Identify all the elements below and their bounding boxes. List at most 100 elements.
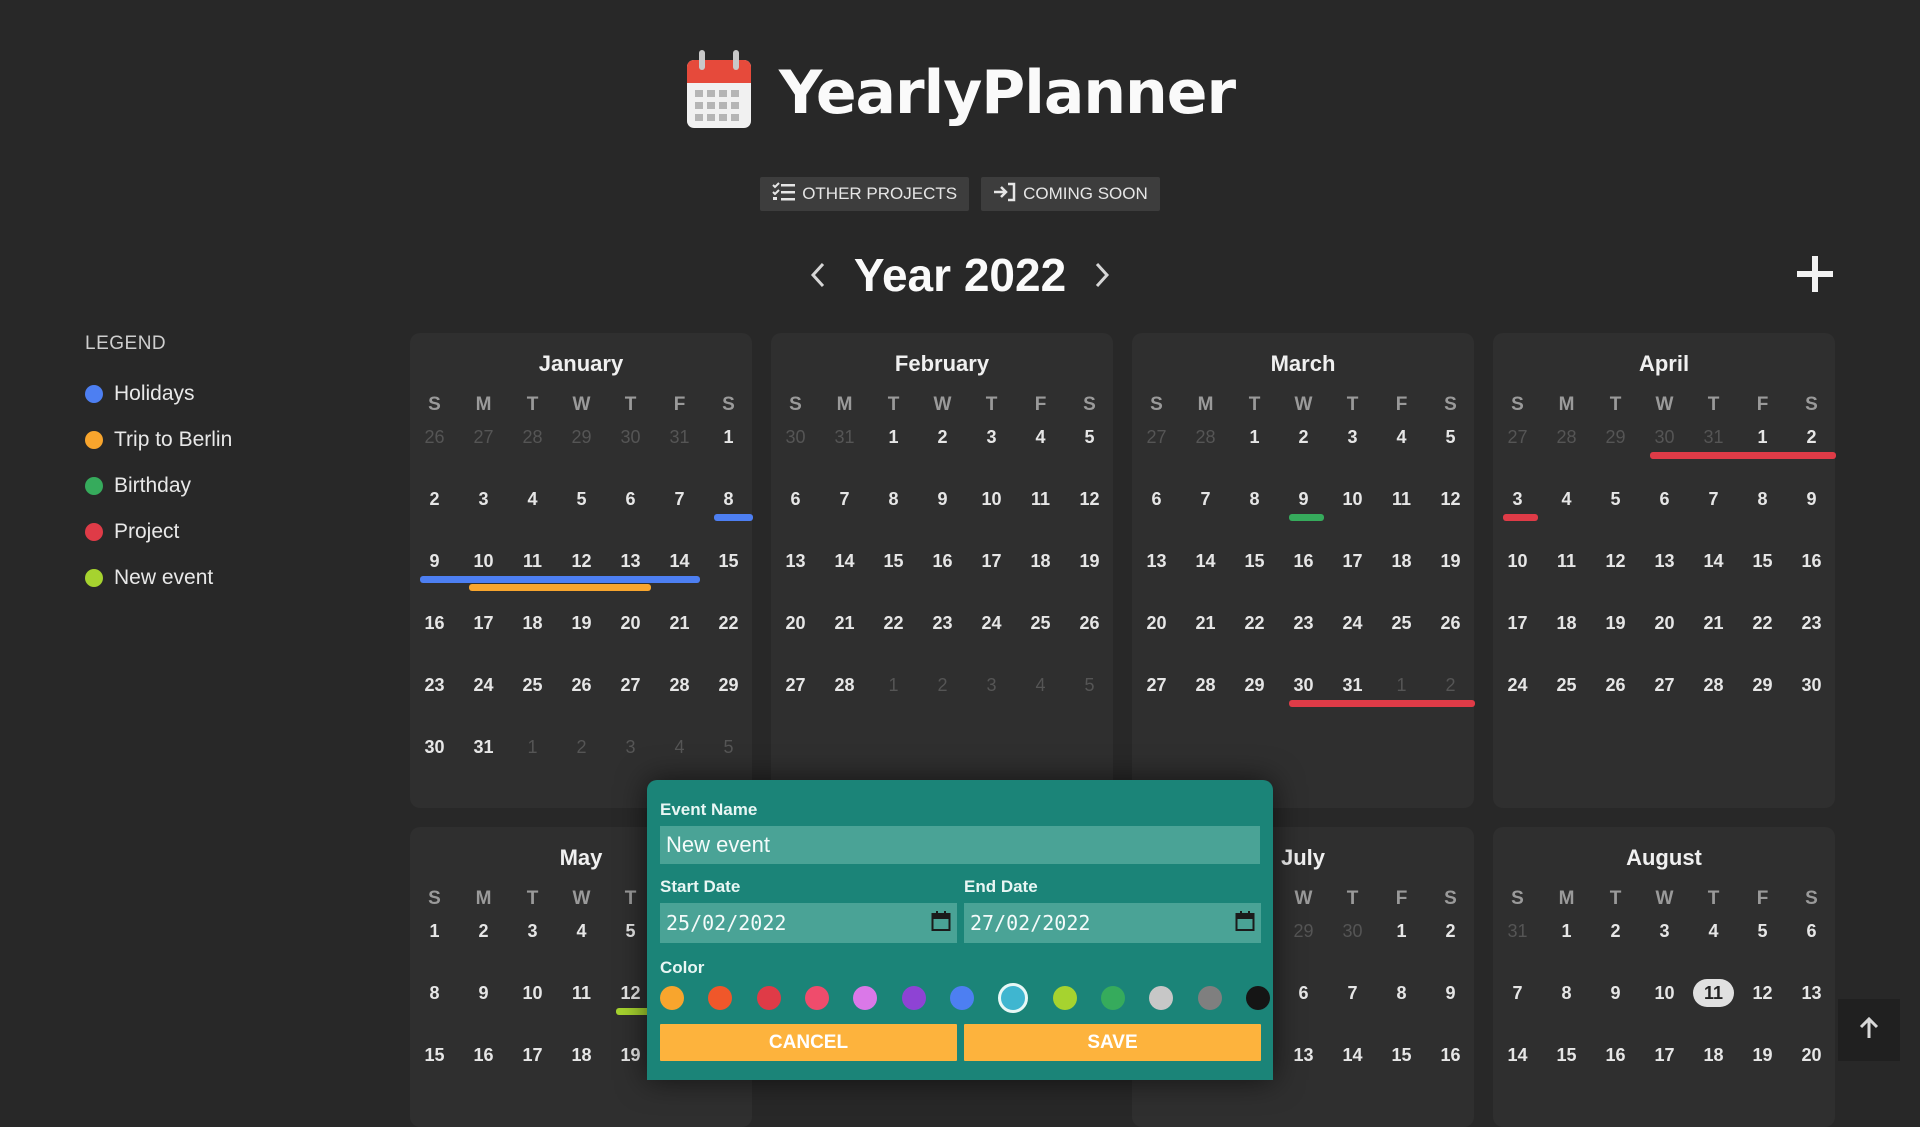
day-cell[interactable]: 29 (1738, 674, 1787, 696)
day-cell[interactable]: 16 (1279, 550, 1328, 572)
day-cell[interactable]: 11 (1016, 488, 1065, 510)
day-cell[interactable]: 22 (704, 612, 753, 634)
day-cell[interactable]: 7 (655, 488, 704, 510)
day-cell[interactable]: 2 (1426, 920, 1475, 942)
day-cell[interactable]: 19 (1065, 550, 1114, 572)
legend-item-trip-to-berlin[interactable]: Trip to Berlin (85, 417, 232, 463)
day-cell[interactable]: 15 (410, 1044, 459, 1066)
day-cell[interactable]: 5 (557, 488, 606, 510)
day-cell[interactable]: 3 (606, 736, 655, 758)
color-swatch[interactable] (1245, 986, 1270, 1010)
event-bar-project[interactable] (1289, 700, 1475, 707)
day-cell[interactable]: 30 (606, 426, 655, 448)
coming-soon-button[interactable]: COMING SOON (981, 177, 1160, 211)
day-cell[interactable]: 2 (459, 920, 508, 942)
day-cell[interactable]: 29 (1279, 920, 1328, 942)
day-cell[interactable]: 15 (1542, 1044, 1591, 1066)
day-cell[interactable]: 17 (1493, 612, 1542, 634)
day-cell[interactable]: 18 (1542, 612, 1591, 634)
day-cell[interactable]: 6 (1132, 488, 1181, 510)
day-cell[interactable]: 27 (459, 426, 508, 448)
day-cell[interactable]: 6 (1787, 920, 1836, 942)
day-cell[interactable]: 31 (820, 426, 869, 448)
day-cell[interactable]: 17 (1328, 550, 1377, 572)
day-cell[interactable]: 14 (1493, 1044, 1542, 1066)
event-bar-project[interactable] (1650, 452, 1836, 459)
day-cell[interactable]: 3 (967, 426, 1016, 448)
color-swatch[interactable] (949, 986, 974, 1010)
day-cell[interactable]: 14 (1689, 550, 1738, 572)
color-swatch[interactable] (901, 986, 926, 1010)
day-cell[interactable]: 23 (410, 674, 459, 696)
day-cell[interactable]: 3 (1493, 488, 1542, 510)
day-cell[interactable]: 27 (606, 674, 655, 696)
day-cell[interactable]: 19 (1738, 1044, 1787, 1066)
legend-item-project[interactable]: Project (85, 509, 232, 555)
day-cell[interactable]: 2 (1787, 426, 1836, 448)
day-cell[interactable]: 9 (1426, 982, 1475, 1004)
day-cell[interactable]: 19 (1426, 550, 1475, 572)
day-cell[interactable]: 22 (869, 612, 918, 634)
day-cell[interactable]: 19 (1591, 612, 1640, 634)
day-cell[interactable]: 6 (1279, 982, 1328, 1004)
day-cell[interactable]: 21 (820, 612, 869, 634)
day-cell[interactable]: 4 (508, 488, 557, 510)
day-cell[interactable]: 9 (1787, 488, 1836, 510)
day-cell[interactable]: 4 (1016, 674, 1065, 696)
day-cell[interactable]: 24 (459, 674, 508, 696)
day-cell[interactable]: 10 (1493, 550, 1542, 572)
day-cell[interactable]: 20 (1640, 612, 1689, 634)
day-cell[interactable]: 31 (1689, 426, 1738, 448)
calendar-picker-icon[interactable] (1235, 910, 1255, 937)
day-cell[interactable]: 5 (1065, 674, 1114, 696)
day-cell[interactable]: 4 (557, 920, 606, 942)
day-cell[interactable]: 7 (1328, 982, 1377, 1004)
day-cell[interactable]: 3 (508, 920, 557, 942)
day-cell[interactable]: 15 (1377, 1044, 1426, 1066)
day-cell[interactable]: 26 (1426, 612, 1475, 634)
calendar-picker-icon[interactable] (931, 910, 951, 937)
day-cell[interactable]: 7 (820, 488, 869, 510)
day-cell[interactable]: 11 (1377, 488, 1426, 510)
day-cell[interactable]: 3 (1640, 920, 1689, 942)
event-bar-birthday[interactable] (1289, 514, 1324, 521)
day-cell[interactable]: 24 (1493, 674, 1542, 696)
day-cell[interactable]: 25 (508, 674, 557, 696)
day-cell[interactable]: 8 (1542, 982, 1591, 1004)
day-cell[interactable]: 8 (869, 488, 918, 510)
day-cell[interactable]: 10 (459, 550, 508, 572)
color-swatch[interactable] (804, 986, 829, 1010)
day-cell[interactable]: 1 (869, 426, 918, 448)
day-cell[interactable]: 17 (459, 612, 508, 634)
day-cell[interactable]: 4 (1542, 488, 1591, 510)
day-cell[interactable]: 20 (606, 612, 655, 634)
color-swatch[interactable] (1197, 986, 1222, 1010)
day-cell[interactable]: 13 (1132, 550, 1181, 572)
day-cell[interactable]: 12 (1591, 550, 1640, 572)
plus-icon[interactable] (1795, 254, 1835, 294)
day-cell[interactable]: 8 (1738, 488, 1787, 510)
day-cell[interactable]: 16 (459, 1044, 508, 1066)
day-cell[interactable]: 31 (1493, 920, 1542, 942)
color-swatch[interactable] (1149, 986, 1174, 1010)
day-cell[interactable]: 13 (1640, 550, 1689, 572)
day-cell[interactable]: 26 (557, 674, 606, 696)
other-projects-button[interactable]: OTHER PROJECTS (760, 177, 970, 211)
day-cell[interactable]: 2 (557, 736, 606, 758)
day-cell[interactable]: 9 (410, 550, 459, 572)
day-cell[interactable]: 5 (1065, 426, 1114, 448)
day-cell[interactable]: 29 (1591, 426, 1640, 448)
day-cell[interactable]: 20 (1132, 612, 1181, 634)
day-cell[interactable]: 2 (410, 488, 459, 510)
day-cell[interactable]: 23 (1787, 612, 1836, 634)
day-cell[interactable]: 1 (869, 674, 918, 696)
day-cell[interactable]: 23 (1279, 612, 1328, 634)
color-swatch[interactable] (708, 986, 733, 1010)
day-cell[interactable]: 2 (918, 674, 967, 696)
event-bar-trip-to-berlin[interactable] (469, 584, 651, 591)
day-cell[interactable]: 3 (459, 488, 508, 510)
day-cell[interactable]: 17 (1640, 1044, 1689, 1066)
day-cell[interactable]: 12 (557, 550, 606, 572)
day-cell[interactable]: 30 (1328, 920, 1377, 942)
day-cell[interactable]: 13 (1787, 982, 1836, 1004)
